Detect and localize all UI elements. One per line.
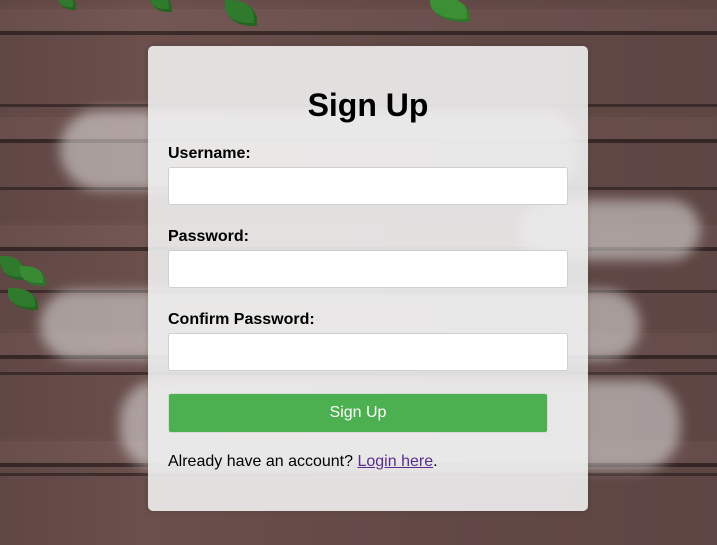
leaf-icon xyxy=(430,0,470,22)
login-link[interactable]: Login here xyxy=(357,453,433,470)
login-prompt-text: Already have an account? xyxy=(168,453,358,470)
confirm-password-label: Confirm Password: xyxy=(168,311,315,328)
username-label: Username: xyxy=(168,145,251,162)
username-input[interactable] xyxy=(168,167,568,205)
password-input[interactable] xyxy=(168,250,568,288)
password-label: Password: xyxy=(168,228,249,245)
leaf-icon xyxy=(150,0,172,12)
signup-card: Sign Up Username: Password: Confirm Pass… xyxy=(148,46,588,511)
leaf-icon xyxy=(58,0,76,10)
leaf-icon xyxy=(225,0,257,26)
page-title: Sign Up xyxy=(307,87,429,123)
login-prompt-suffix: . xyxy=(433,453,438,470)
login-prompt: Already have an account? Login here. xyxy=(168,452,438,472)
sign-up-button[interactable]: Sign Up xyxy=(168,393,548,433)
confirm-password-input[interactable] xyxy=(168,333,568,371)
leaf-icon xyxy=(20,266,46,286)
